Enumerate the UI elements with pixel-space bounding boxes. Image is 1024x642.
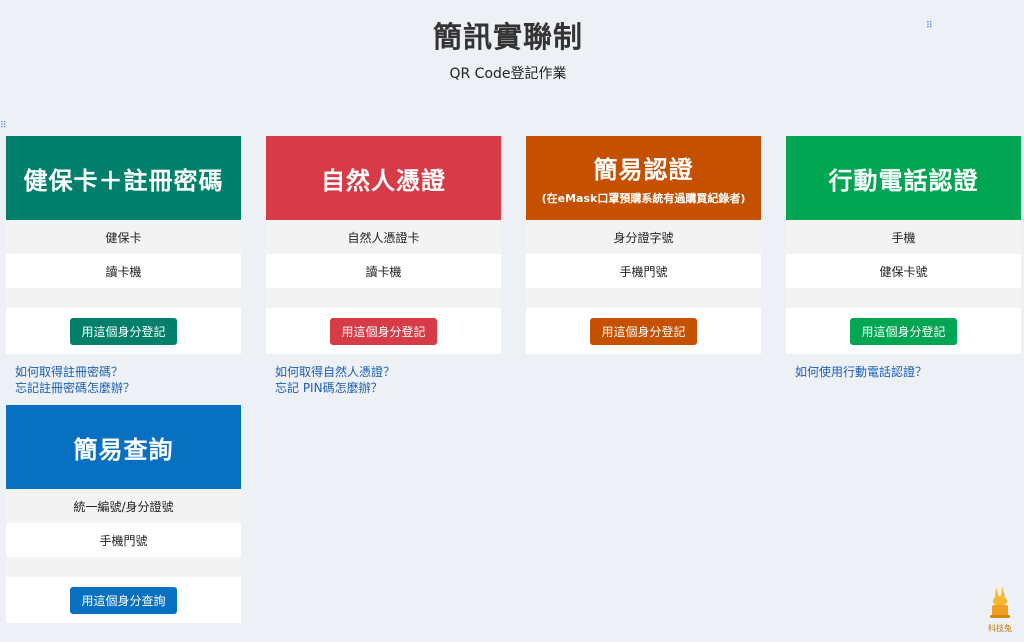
register-button[interactable]: 用這個身分登記: [330, 317, 437, 345]
card-title: 行動電話認證: [828, 166, 979, 195]
button-row: 用這個身分查詢: [6, 577, 241, 623]
spacer-row: [266, 288, 501, 308]
requirement-item: 健保卡: [6, 220, 241, 254]
query-button[interactable]: 用這個身分查詢: [70, 586, 177, 614]
brand-logo[interactable]: 科技兔: [985, 585, 1015, 637]
spacer-row: [6, 288, 241, 308]
rabbit-hat-icon: [990, 586, 1010, 618]
help-link-forgot-password[interactable]: 忘記註冊密碼怎麼辦？: [15, 380, 241, 396]
help-link-get-certificate[interactable]: 如何取得自然人憑證？: [275, 364, 501, 380]
requirement-item: 健保卡號: [879, 264, 928, 279]
card-title: 健保卡＋註冊密碼: [23, 166, 224, 195]
card-header: 行動電話認證: [786, 136, 1021, 220]
logo-label: 科技兔: [988, 624, 1012, 633]
help-link-mobile-auth[interactable]: 如何使用行動電話認證？: [795, 364, 1021, 380]
card-note: (在eMask口罩預購系統有過購買紀錄者): [541, 192, 746, 205]
register-button[interactable]: 用這個身分登記: [70, 317, 177, 345]
spacer-row: [6, 557, 241, 577]
help-links: 如何取得自然人憑證？ 忘記 PIN碼怎麼辦？: [266, 364, 501, 396]
card-title: 自然人憑證: [321, 166, 446, 195]
card-header: 簡易查詢: [6, 405, 241, 489]
button-row: 用這個身分登記: [526, 308, 761, 354]
requirement-item: 手機門號: [99, 533, 148, 548]
spacer-row: [526, 288, 761, 308]
requirement-item: 自然人憑證卡: [266, 220, 501, 254]
card-citizen-certificate: 自然人憑證 自然人憑證卡 讀卡機 用這個身分登記: [266, 136, 501, 354]
requirement-item: 身分證字號: [526, 220, 761, 254]
button-row: 用這個身分登記: [266, 308, 501, 354]
requirement-item: 手機門號: [619, 264, 668, 279]
page-title: 簡訊實聯制: [432, 20, 583, 54]
card-header: 健保卡＋註冊密碼: [6, 136, 241, 220]
register-button[interactable]: 用這個身分登記: [590, 317, 697, 345]
card-title: 簡易認證: [593, 156, 694, 184]
card-nhi-card: 健保卡＋註冊密碼 健保卡 讀卡機 用這個身分登記: [6, 136, 241, 354]
drag-handle-icon[interactable]: ⠿: [926, 22, 933, 31]
requirement-item: 手機: [786, 220, 1021, 254]
card-simple-auth: 簡易認證 (在eMask口罩預購系統有過購買紀錄者) 身分證字號 手機門號 用這…: [526, 136, 761, 354]
card-simple-query: 簡易查詢 統一編號/身分證號 手機門號 用這個身分查詢: [6, 405, 241, 623]
help-links: 如何取得註冊密碼？ 忘記註冊密碼怎麼辦？: [6, 364, 241, 396]
card-header: 自然人憑證: [266, 136, 501, 220]
button-row: 用這個身分登記: [786, 308, 1021, 354]
requirement-item: 讀卡機: [105, 264, 142, 279]
drag-handle-icon[interactable]: ⠿: [0, 122, 7, 131]
requirement-item: 統一編號/身分證號: [6, 489, 241, 523]
button-row: 用這個身分登記: [6, 308, 241, 354]
card-header: 簡易認證 (在eMask口罩預購系統有過購買紀錄者): [526, 136, 761, 220]
page-subtitle: QR Code登記作業: [449, 66, 567, 82]
help-link-forgot-pin[interactable]: 忘記 PIN碼怎麼辦？: [275, 380, 501, 396]
register-button[interactable]: 用這個身分登記: [850, 317, 957, 345]
help-links: 如何使用行動電話認證？: [786, 364, 1021, 380]
help-link-get-password[interactable]: 如何取得註冊密碼？: [15, 364, 241, 380]
card-title: 簡易查詢: [73, 435, 174, 464]
requirement-item: 讀卡機: [365, 264, 402, 279]
spacer-row: [786, 288, 1021, 308]
card-mobile-auth: 行動電話認證 手機 健保卡號 用這個身分登記: [786, 136, 1021, 354]
